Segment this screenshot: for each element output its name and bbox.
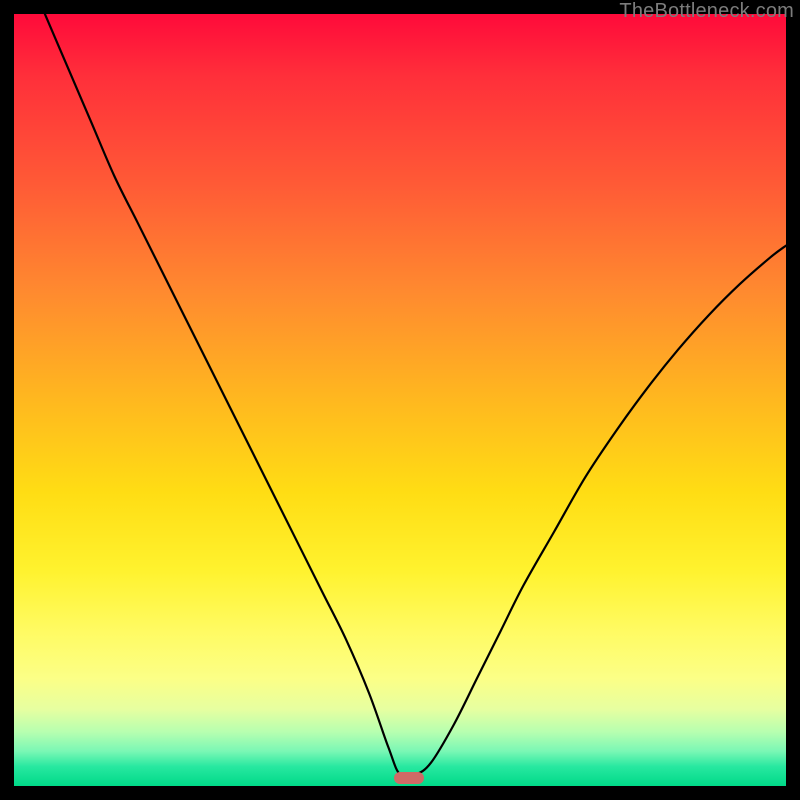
watermark-text: TheBottleneck.com (619, 0, 794, 23)
bottleneck-curve (14, 14, 786, 786)
optimal-marker (394, 772, 424, 784)
plot-area (14, 14, 786, 786)
chart-stage: TheBottleneck.com (0, 0, 800, 800)
